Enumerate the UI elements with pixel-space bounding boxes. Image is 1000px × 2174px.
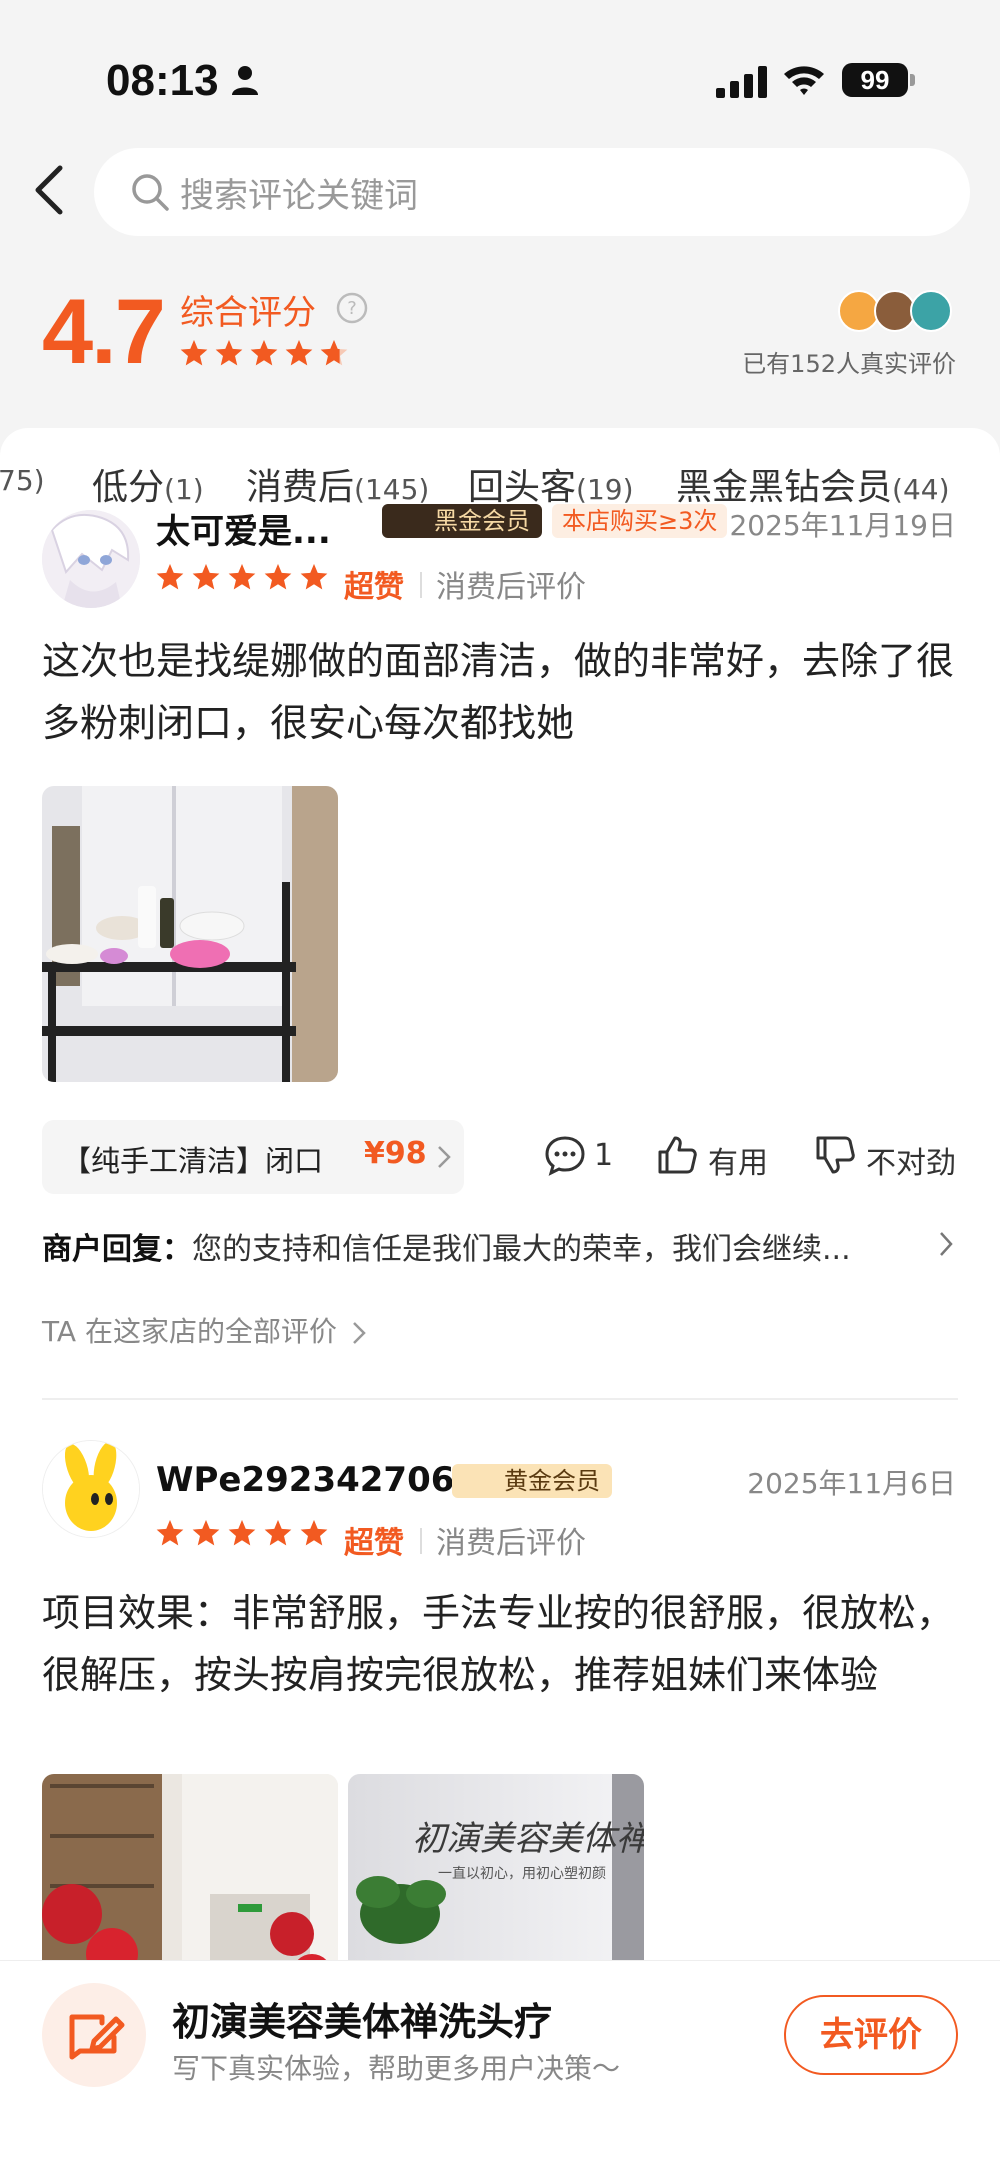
merchant-reply-label: 商户回复： [42,1232,192,1267]
battery-tip [910,74,915,86]
cellular-signal-icon [716,66,767,98]
facial-treatment-photo [42,786,338,1082]
tab-black-gold-member[interactable]: 黑金黑钻会员(44) [676,458,950,510]
overall-star-rating [180,340,348,366]
status-bar: 08:13 99 [0,0,1000,150]
useful-label: 有用 [708,1146,768,1181]
review-date: 2025年11月6日 [747,1467,956,1500]
status-time: 08:13 [106,56,219,105]
wifi-icon [784,66,824,95]
review-divider [42,1398,958,1400]
yellow-rabbit-avatar-image [43,1441,139,1537]
star-icon [250,340,278,366]
post-consumption-tag: 消费后评价 [436,570,586,605]
svg-text:初演美容美体禅洗: 初演美容美体禅洗 [412,1819,644,1859]
star-icon [156,564,184,590]
thumbs-up-icon [658,1136,697,1174]
svg-text:一直以初心，用初心塑初颜: 一直以初心，用初心塑初颜 [438,1865,606,1882]
overall-score-label: 综合评分 [180,293,316,333]
star-icon [156,1520,184,1546]
review-text: 这次也是找缇娜做的面部清洁，做的非常好，去除了很多粉刺闭口，很安心每次都找她 [42,639,955,745]
username[interactable]: 太可爱是... [156,504,331,553]
product-name: 【纯手工清洁】闭口 [62,1144,324,1178]
tab-partial[interactable]: 75) [0,458,45,499]
battery-indicator: 99 [842,63,908,97]
star-icon [228,564,256,590]
search-icon [132,174,169,211]
comment-button[interactable]: 1 [544,1134,624,1178]
super-like-label: 超赞 [344,570,404,605]
shop-name: 初演美容美体禅洗头疗 [172,2000,553,2044]
back-arrow-icon[interactable] [30,162,70,218]
thumbs-down-icon [816,1136,855,1174]
star-icon [264,564,292,590]
username[interactable]: WPe292342706 [156,1460,454,1500]
star-icon [300,1520,328,1546]
overall-score: 4.7 [42,281,166,383]
review-text: 项目效果：非常舒服，手法专业按的很舒服，很放松，很解压，按头按肩按完很放松，推荐… [42,1591,955,1697]
star-icon [192,564,220,590]
review-star-rating [156,564,328,590]
person-icon [232,66,258,95]
help-icon[interactable]: ? [336,292,368,324]
repeat-purchase-tag: 本店购买≥3次 [552,504,728,538]
divider [420,1528,422,1554]
merchant-reply[interactable]: 商户回复：您的支持和信任是我们最大的荣幸，我们会继续... [42,1224,851,1268]
super-like-label: 超赞 [344,1526,404,1561]
all-reviews-link[interactable]: TA 在这家店的全部评价 [42,1310,366,1350]
product-link[interactable]: 【纯手工清洁】闭口 ¥98 [42,1120,464,1194]
gold-member-badge: 黄金会员 [452,1464,612,1498]
user-avatar[interactable] [42,510,140,608]
anime-avatar-image [42,510,140,608]
black-gold-member-badge: 黑金会员 [382,504,542,538]
comment-icon [545,1136,585,1176]
review-star-rating [156,1520,328,1546]
star-icon [192,1520,220,1546]
bottom-bar: 初演美容美体禅洗头疗 写下真实体验，帮助更多用户决策～ 去评价 [0,1960,1000,2174]
reviews-card: 75) 低分(1) 消费后(145) 回头客(19) 黑金黑钻会员(44) 太可… [0,428,1000,2174]
review-item: 太可爱是... 黑金会员 本店购买≥3次 2025年11月19日 超赞 消费后评… [0,504,1000,1410]
star-icon [300,564,328,590]
svg-text:?: ? [347,298,357,319]
chevron-right-icon [353,1322,366,1344]
avatar [910,290,952,332]
merchant-reply-text: 您的支持和信任是我们最大的荣幸，我们会继续... [192,1232,851,1267]
star-icon [180,340,208,366]
tab-after-purchase[interactable]: 消费后(145) [246,458,429,510]
post-consumption-tag: 消费后评价 [436,1526,586,1561]
search-input[interactable]: 搜索评论关键词 [94,148,970,236]
star-icon [228,1520,256,1546]
star-icon [285,340,313,366]
write-review-button[interactable]: 去评价 [784,1995,958,2075]
chevron-right-icon[interactable] [938,1230,954,1258]
search-placeholder: 搜索评论关键词 [180,176,418,216]
user-avatar[interactable] [42,1440,140,1538]
reviewer-avatars [838,290,958,334]
not-right-button[interactable]: 不对劲 [814,1134,964,1181]
tab-low-score[interactable]: 低分(1) [92,458,204,510]
comment-count: 1 [594,1138,614,1173]
product-price: ¥98 [364,1136,427,1171]
star-icon [215,340,243,366]
useful-button[interactable]: 有用 [656,1134,776,1181]
write-review-hint: 写下真实体验，帮助更多用户决策～ [172,2052,621,2085]
real-review-count: 已有152人真实评价 [742,350,956,378]
not-right-label: 不对劲 [866,1146,956,1181]
edit-icon [69,2014,125,2060]
review-date: 2025年11月19日 [729,509,956,542]
review-photo[interactable] [42,786,338,1082]
star-icon [264,1520,292,1546]
write-review-icon[interactable] [42,1983,146,2087]
divider [420,572,422,598]
tab-returning-customer[interactable]: 回头客(19) [468,458,634,510]
chevron-right-icon [438,1146,451,1168]
